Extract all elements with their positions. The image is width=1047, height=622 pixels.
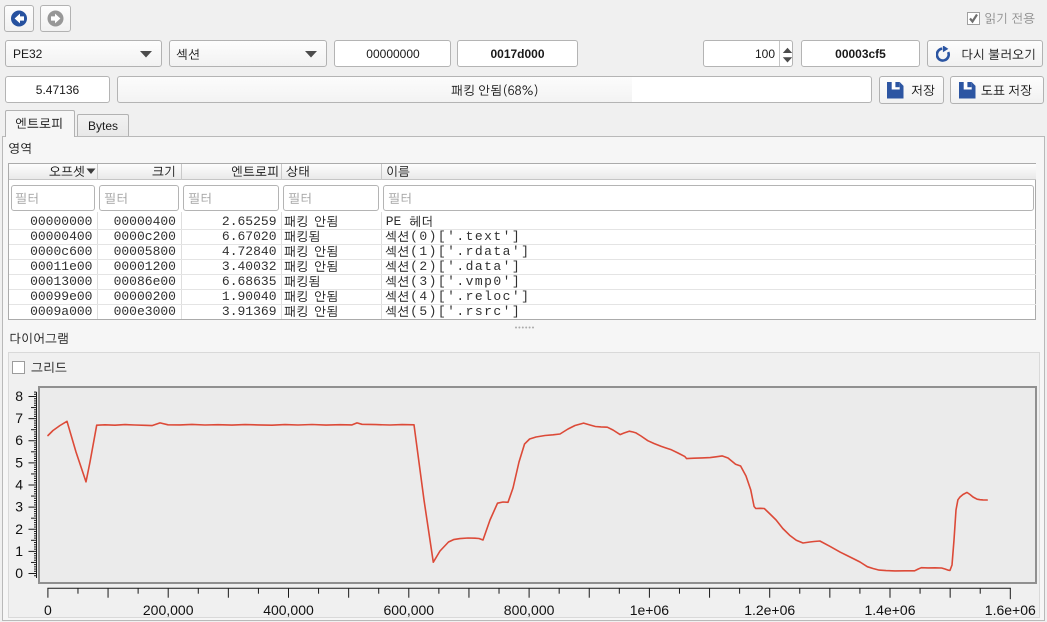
svg-text:1.2e+06: 1.2e+06 <box>744 602 795 618</box>
svg-text:0: 0 <box>44 602 52 618</box>
svg-text:2: 2 <box>15 521 23 537</box>
svg-text:7: 7 <box>15 410 23 426</box>
svg-text:0: 0 <box>15 565 23 581</box>
svg-text:200,000: 200,000 <box>143 602 194 618</box>
svg-text:1e+06: 1e+06 <box>630 602 670 618</box>
svg-text:600,000: 600,000 <box>383 602 434 618</box>
svg-text:1: 1 <box>15 543 23 559</box>
svg-text:400,000: 400,000 <box>263 602 314 618</box>
svg-text:800,000: 800,000 <box>504 602 555 618</box>
svg-text:3: 3 <box>15 499 23 515</box>
svg-text:1.6e+06: 1.6e+06 <box>985 602 1036 618</box>
svg-text:4: 4 <box>15 477 23 493</box>
svg-text:8: 8 <box>15 388 23 404</box>
svg-text:5: 5 <box>15 454 23 470</box>
svg-text:6: 6 <box>15 432 23 448</box>
svg-text:1.4e+06: 1.4e+06 <box>865 602 916 618</box>
